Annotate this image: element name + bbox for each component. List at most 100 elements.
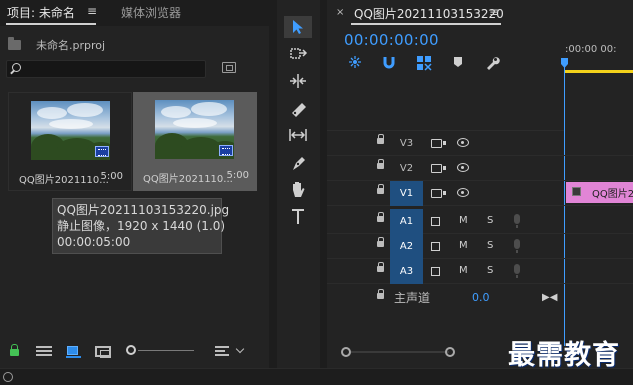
tooltip-duration: 00:00:05:00 — [57, 235, 131, 249]
tab-project[interactable]: 项目: 未命名 — [7, 4, 75, 21]
tooltip-filename: QQ图片20211103153220.jpg — [57, 203, 230, 217]
track-lock-icon[interactable] — [377, 237, 384, 247]
lock-icon[interactable] — [10, 344, 19, 356]
active-tab-underline — [6, 23, 96, 25]
track-target-a1[interactable]: A1 — [390, 209, 423, 234]
nest-toggle-icon[interactable] — [347, 55, 363, 69]
track-target-v3[interactable]: V3 — [390, 131, 423, 156]
new-bin-icon[interactable] — [222, 62, 236, 73]
master-track-label: 主声道 — [394, 291, 431, 305]
track-lock-icon[interactable] — [377, 262, 384, 272]
razor-tool[interactable] — [284, 97, 312, 119]
selection-tool[interactable] — [284, 16, 312, 38]
slip-icon — [289, 129, 307, 141]
clip-name: QQ图片2 — [592, 189, 633, 200]
work-area-bar[interactable] — [564, 70, 633, 73]
sync-lock-icon[interactable] — [431, 164, 446, 173]
sync-lock-icon[interactable] — [431, 242, 440, 251]
status-icon[interactable] — [3, 372, 13, 382]
master-track: 主声道 0.0 ▶◀ — [327, 285, 564, 310]
sync-lock-icon[interactable] — [431, 267, 440, 276]
still-image-badge-icon — [219, 145, 233, 156]
image-clip-icon — [572, 187, 581, 196]
tools-panel — [277, 0, 320, 368]
add-marker-icon[interactable] — [452, 55, 464, 69]
freeform-view-icon[interactable] — [95, 346, 111, 358]
slip-tool[interactable] — [284, 124, 312, 146]
eye-icon[interactable] — [457, 138, 469, 147]
timeline-zoom-handle-right[interactable] — [445, 347, 455, 357]
microphone-icon[interactable] — [514, 264, 520, 278]
eye-icon[interactable] — [457, 163, 469, 172]
project-tabbar: 项目: 未命名 ≡ 媒体浏览器 — [0, 0, 269, 26]
playhead-timecode[interactable]: 00:00:00:00 — [344, 31, 439, 49]
zoom-slider-track[interactable] — [138, 350, 194, 351]
still-image-badge-icon — [95, 146, 109, 157]
folder-icon — [8, 37, 21, 50]
video-track-v3: V3 — [327, 131, 633, 156]
snap-icon[interactable] — [382, 55, 396, 69]
master-volume-value[interactable]: 0.0 — [472, 291, 490, 304]
solo-button[interactable]: S — [487, 265, 493, 276]
status-bar — [0, 368, 633, 385]
mute-button[interactable]: M — [459, 240, 468, 251]
type-tool[interactable] — [284, 205, 312, 227]
pen-icon — [293, 157, 305, 170]
track-target-a2[interactable]: A2 — [390, 234, 423, 259]
mute-button[interactable]: M — [459, 215, 468, 226]
pen-tool[interactable] — [284, 151, 312, 173]
icon-view-icon[interactable] — [66, 346, 81, 358]
microphone-icon[interactable] — [514, 214, 520, 228]
track-lock-icon[interactable] — [377, 289, 384, 299]
timeline-menu-icon[interactable]: ≡ — [489, 5, 499, 19]
sync-lock-icon[interactable] — [431, 139, 446, 148]
sort-icon[interactable] — [215, 346, 229, 356]
close-icon[interactable]: × — [336, 7, 344, 18]
ripple-edit-tool[interactable] — [284, 70, 312, 92]
item-tooltip: QQ图片20211103153220.jpg 静止图像，1920 x 1440 … — [52, 198, 230, 254]
arrow-icon — [293, 20, 303, 34]
solo-button[interactable]: S — [487, 215, 493, 226]
sync-lock-icon[interactable] — [431, 217, 440, 226]
list-view-icon[interactable] — [36, 346, 52, 356]
track-lock-icon[interactable] — [377, 184, 384, 194]
linked-selection-icon[interactable] — [416, 55, 432, 71]
eye-icon[interactable] — [457, 188, 469, 197]
track-target-v1[interactable]: V1 — [390, 181, 423, 206]
project-filename: 未命名.prproj — [36, 39, 106, 52]
project-item-selected[interactable]: QQ图片2021110... 5:00 — [133, 92, 257, 191]
sequence-tab[interactable]: QQ图片20211103153220 — [354, 5, 504, 22]
mute-button[interactable]: M — [459, 265, 468, 276]
search-input[interactable] — [6, 60, 206, 78]
wrench-icon[interactable] — [484, 55, 500, 71]
tab-media-browser[interactable]: 媒体浏览器 — [121, 4, 181, 21]
track-lock-icon[interactable] — [377, 212, 384, 222]
microphone-icon[interactable] — [514, 239, 520, 253]
zoom-slider-handle[interactable] — [126, 345, 136, 355]
hand-tool[interactable] — [284, 178, 312, 200]
project-item[interactable]: QQ图片2021110... 5:00 — [8, 92, 132, 191]
active-tab-underline — [351, 23, 501, 25]
timeline-zoom-handle-left[interactable] — [341, 347, 351, 357]
go-to-end-icon[interactable]: ▶◀ — [542, 292, 557, 303]
sync-lock-icon[interactable] — [431, 189, 446, 198]
track-target-a3[interactable]: A3 — [390, 259, 423, 284]
watermark-logo: 最需教育 — [508, 340, 620, 371]
timeline-clip[interactable]: QQ图片2 — [566, 182, 633, 203]
track-target-v2[interactable]: V2 — [390, 156, 423, 181]
track-lock-icon[interactable] — [377, 134, 384, 144]
project-tab-menu-icon[interactable]: ≡ — [87, 4, 97, 18]
item-name: QQ图片2021110... — [143, 174, 233, 185]
solo-button[interactable]: S — [487, 240, 493, 251]
timeline-scrollbar[interactable] — [351, 351, 449, 353]
project-panel: 项目: 未命名 ≡ 媒体浏览器 未命名.prproj QQ图片2021110..… — [0, 0, 269, 368]
text-tool-icon — [292, 209, 304, 224]
chevron-down-icon[interactable] — [235, 344, 245, 354]
item-name: QQ图片2021110... — [19, 175, 109, 186]
track-lock-icon[interactable] — [377, 159, 384, 169]
item-duration: 5:00 — [100, 171, 123, 182]
ripple-edit-icon — [290, 74, 306, 88]
audio-track-a1: A1 M S — [327, 209, 633, 234]
track-select-tool[interactable] — [284, 43, 312, 65]
timeline-panel: × QQ图片20211103153220 ≡ 00:00:00:00 :00:0… — [327, 0, 633, 368]
